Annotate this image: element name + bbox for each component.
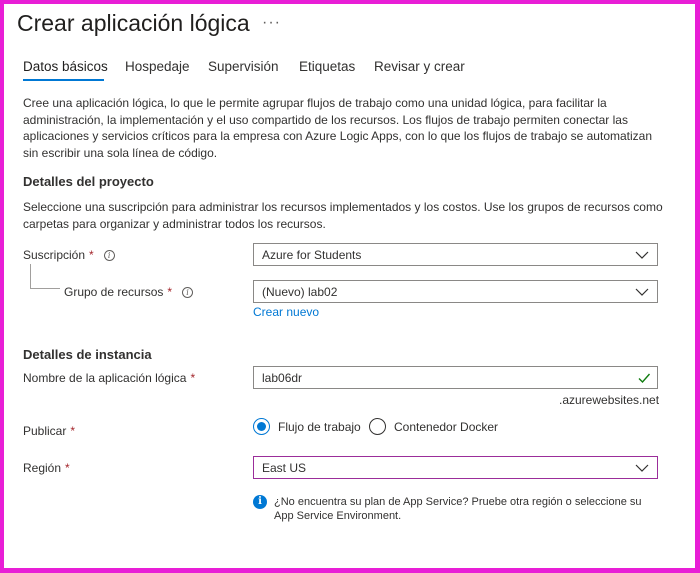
chevron-down-icon — [635, 288, 649, 296]
required-asterisk: * — [70, 424, 76, 438]
project-details-heading: Detalles del proyecto — [23, 174, 154, 189]
tab-etiquetas[interactable]: Etiquetas — [299, 59, 355, 74]
required-asterisk: * — [190, 371, 196, 385]
intro-text: Cree una aplicación lógica, lo que le pe… — [23, 96, 653, 160]
resource-group-label: Grupo de recursos * i — [64, 285, 194, 299]
region-dropdown[interactable]: East US — [253, 456, 658, 479]
tab-hospedaje[interactable]: Hospedaje — [125, 59, 190, 74]
info-icon[interactable]: i — [182, 286, 194, 298]
checkmark-icon — [638, 373, 651, 384]
chevron-down-icon — [635, 251, 649, 259]
required-asterisk: * — [65, 461, 70, 475]
region-label-text: Región — [23, 461, 62, 475]
subscription-label: Suscripción * i — [23, 248, 115, 262]
create-logic-app-panel: Crear aplicación lógica ··· Datos básico… — [4, 4, 695, 568]
radio-selected-icon[interactable] — [253, 418, 270, 435]
chevron-down-icon — [635, 464, 649, 472]
app-name-label: Nombre de la aplicación lógica * — [23, 371, 195, 385]
domain-suffix: .azurewebsites.net — [559, 393, 660, 407]
publish-option-docker[interactable]: Contenedor Docker — [369, 418, 498, 435]
subscription-value: Azure for Students — [262, 247, 362, 262]
tab-supervision[interactable]: Supervisión — [208, 59, 279, 74]
active-tab-indicator — [23, 79, 104, 81]
subscription-dropdown[interactable]: Azure for Students — [253, 243, 658, 266]
more-options-button[interactable]: ··· — [262, 14, 281, 32]
region-label: Región * — [23, 461, 70, 475]
resource-group-value: (Nuevo) lab02 — [262, 284, 338, 299]
project-details-description: Seleccione una suscripción para administ… — [23, 200, 663, 231]
publish-label-text: Publicar — [23, 424, 67, 438]
info-icon: i — [253, 495, 267, 509]
region-value: East US — [262, 460, 307, 475]
tab-revisar-y-crear[interactable]: Revisar y crear — [374, 59, 465, 74]
page-title: Crear aplicación lógica — [17, 10, 250, 36]
instance-details-heading: Detalles de instancia — [23, 347, 152, 362]
resource-group-dropdown[interactable]: (Nuevo) lab02 — [253, 280, 658, 303]
region-help-text: ¿No encuentra su plan de App Service? Pr… — [274, 496, 642, 522]
info-icon[interactable]: i — [103, 249, 115, 261]
publish-option-workflow[interactable]: Flujo de trabajo — [253, 418, 361, 435]
required-asterisk: * — [167, 285, 173, 299]
app-name-input[interactable]: lab06dr — [253, 366, 658, 389]
create-new-link[interactable]: Crear nuevo — [253, 305, 319, 319]
resource-group-label-text: Grupo de recursos — [64, 285, 164, 299]
subscription-label-text: Suscripción — [23, 248, 86, 262]
radio-unselected-icon[interactable] — [369, 418, 386, 435]
tree-connector — [30, 264, 31, 288]
tree-connector-horizontal — [30, 288, 60, 289]
app-name-label-text: Nombre de la aplicación lógica — [23, 371, 187, 385]
tab-datos-basicos[interactable]: Datos básicos — [23, 59, 108, 74]
publish-option-docker-label: Contenedor Docker — [394, 419, 499, 434]
required-asterisk: * — [89, 248, 94, 262]
publish-option-workflow-label: Flujo de trabajo — [278, 419, 361, 434]
publish-label: Publicar * — [23, 424, 75, 438]
app-name-value: lab06dr — [262, 370, 303, 385]
